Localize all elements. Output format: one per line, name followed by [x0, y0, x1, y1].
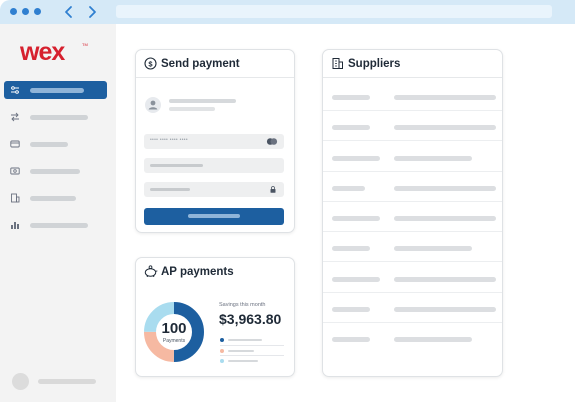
window-dot-maximize[interactable]: [34, 8, 41, 15]
nav-label-placeholder: [30, 88, 84, 93]
row-divider: [323, 292, 502, 293]
mastercard-icon: [266, 138, 278, 145]
app-window: wex TM $ Send payment •••• •••• •••• •••…: [0, 0, 575, 402]
window-dot-close[interactable]: [10, 8, 17, 15]
divider: [220, 355, 284, 356]
sidebar-item-reports[interactable]: [4, 216, 107, 234]
row-divider: [323, 322, 502, 323]
sliders-icon: [11, 86, 19, 94]
supplier-name-placeholder: [332, 95, 370, 100]
divider: [220, 345, 284, 346]
row-divider: [323, 140, 502, 141]
card-header: AP payments: [136, 258, 294, 286]
card-title: Send payment: [161, 58, 240, 70]
piggy-bank-icon: [144, 265, 158, 277]
svg-text:$: $: [148, 59, 153, 68]
legend-dot: [220, 359, 224, 363]
credit-card-icon: [10, 140, 20, 148]
row-divider: [323, 261, 502, 262]
sidebar: wex TM: [0, 24, 116, 402]
sidebar-item-suppliers[interactable]: [4, 189, 107, 207]
button-label-placeholder: [188, 214, 240, 218]
sidebar-item-transfers[interactable]: [4, 108, 107, 126]
nav-label-placeholder: [30, 115, 88, 120]
card-title: Suppliers: [348, 58, 401, 70]
legend-label-placeholder: [228, 339, 262, 341]
cash-icon: [10, 167, 20, 175]
legend-dot: [220, 338, 224, 342]
supplier-detail-placeholder: [394, 246, 472, 251]
building-icon: [332, 58, 343, 69]
donut-value: 100: [161, 320, 187, 337]
row-divider: [323, 231, 502, 232]
supplier-detail-placeholder: [394, 216, 496, 221]
chevron-right-icon[interactable]: [85, 4, 99, 20]
payee-detail-placeholder: [169, 107, 215, 111]
suppliers-card: Suppliers: [322, 49, 503, 377]
window-dot-minimize[interactable]: [22, 8, 29, 15]
window-controls: [10, 8, 41, 15]
nav-label-placeholder: [30, 223, 88, 228]
card-header: Suppliers: [323, 50, 502, 78]
building-icon: [11, 193, 20, 203]
card-number-mask: •••• •••• •••• ••••: [150, 137, 188, 143]
supplier-name-placeholder: [332, 156, 380, 161]
secure-field[interactable]: [144, 182, 284, 197]
svg-text:TM: TM: [82, 42, 88, 47]
user-icon: [148, 100, 158, 110]
supplier-detail-placeholder: [394, 307, 496, 312]
supplier-name-placeholder: [332, 186, 365, 191]
legend-dot: [220, 349, 224, 353]
transfer-arrows-icon: [11, 112, 19, 122]
bar-chart-icon: [11, 222, 19, 229]
sidebar-item-cards[interactable]: [4, 135, 107, 153]
wex-logo: wex TM: [20, 39, 88, 65]
card-header: $ Send payment: [136, 50, 294, 78]
legend-label-placeholder: [228, 360, 258, 362]
svg-text:wex: wex: [20, 39, 65, 65]
amount-field[interactable]: [144, 158, 284, 173]
payee-name-placeholder: [169, 99, 236, 103]
donut-label: Payments: [162, 338, 186, 344]
user-name-placeholder: [38, 379, 96, 384]
supplier-detail-placeholder: [394, 337, 472, 342]
supplier-detail-placeholder: [394, 125, 496, 130]
card-number-field[interactable]: •••• •••• •••• ••••: [144, 134, 284, 149]
nav-label-placeholder: [30, 196, 76, 201]
supplier-name-placeholder: [332, 246, 370, 251]
sidebar-item-dashboard[interactable]: [4, 81, 107, 99]
savings-amount: $3,963.80: [219, 311, 282, 327]
field-placeholder: [150, 164, 203, 167]
sidebar-item-cash[interactable]: [4, 162, 107, 180]
supplier-name-placeholder: [332, 277, 380, 282]
card-title: AP payments: [161, 266, 234, 278]
browser-titlebar: [0, 0, 575, 24]
ap-payments-card: AP payments 100 Payments Savings this mo…: [135, 257, 295, 377]
supplier-detail-placeholder: [394, 156, 472, 161]
field-placeholder: [150, 188, 190, 191]
row-divider: [323, 171, 502, 172]
send-payment-button[interactable]: [144, 208, 284, 225]
supplier-name-placeholder: [332, 307, 370, 312]
chevron-left-icon[interactable]: [62, 4, 76, 20]
supplier-name-placeholder: [332, 337, 370, 342]
user-avatar[interactable]: [12, 373, 29, 390]
address-bar[interactable]: [116, 5, 552, 18]
legend-label-placeholder: [228, 350, 254, 352]
dollar-circle-icon: $: [144, 57, 157, 70]
supplier-detail-placeholder: [394, 95, 496, 100]
send-payment-card: $ Send payment •••• •••• •••• ••••: [135, 49, 295, 233]
supplier-name-placeholder: [332, 125, 370, 130]
row-divider: [323, 201, 502, 202]
row-divider: [323, 110, 502, 111]
nav-label-placeholder: [30, 169, 80, 174]
payee-avatar[interactable]: [145, 97, 161, 113]
supplier-detail-placeholder: [394, 277, 496, 282]
supplier-name-placeholder: [332, 216, 380, 221]
lock-icon: [270, 186, 276, 193]
nav-label-placeholder: [30, 142, 68, 147]
savings-label: Savings this month: [219, 302, 266, 308]
supplier-detail-placeholder: [394, 186, 496, 191]
